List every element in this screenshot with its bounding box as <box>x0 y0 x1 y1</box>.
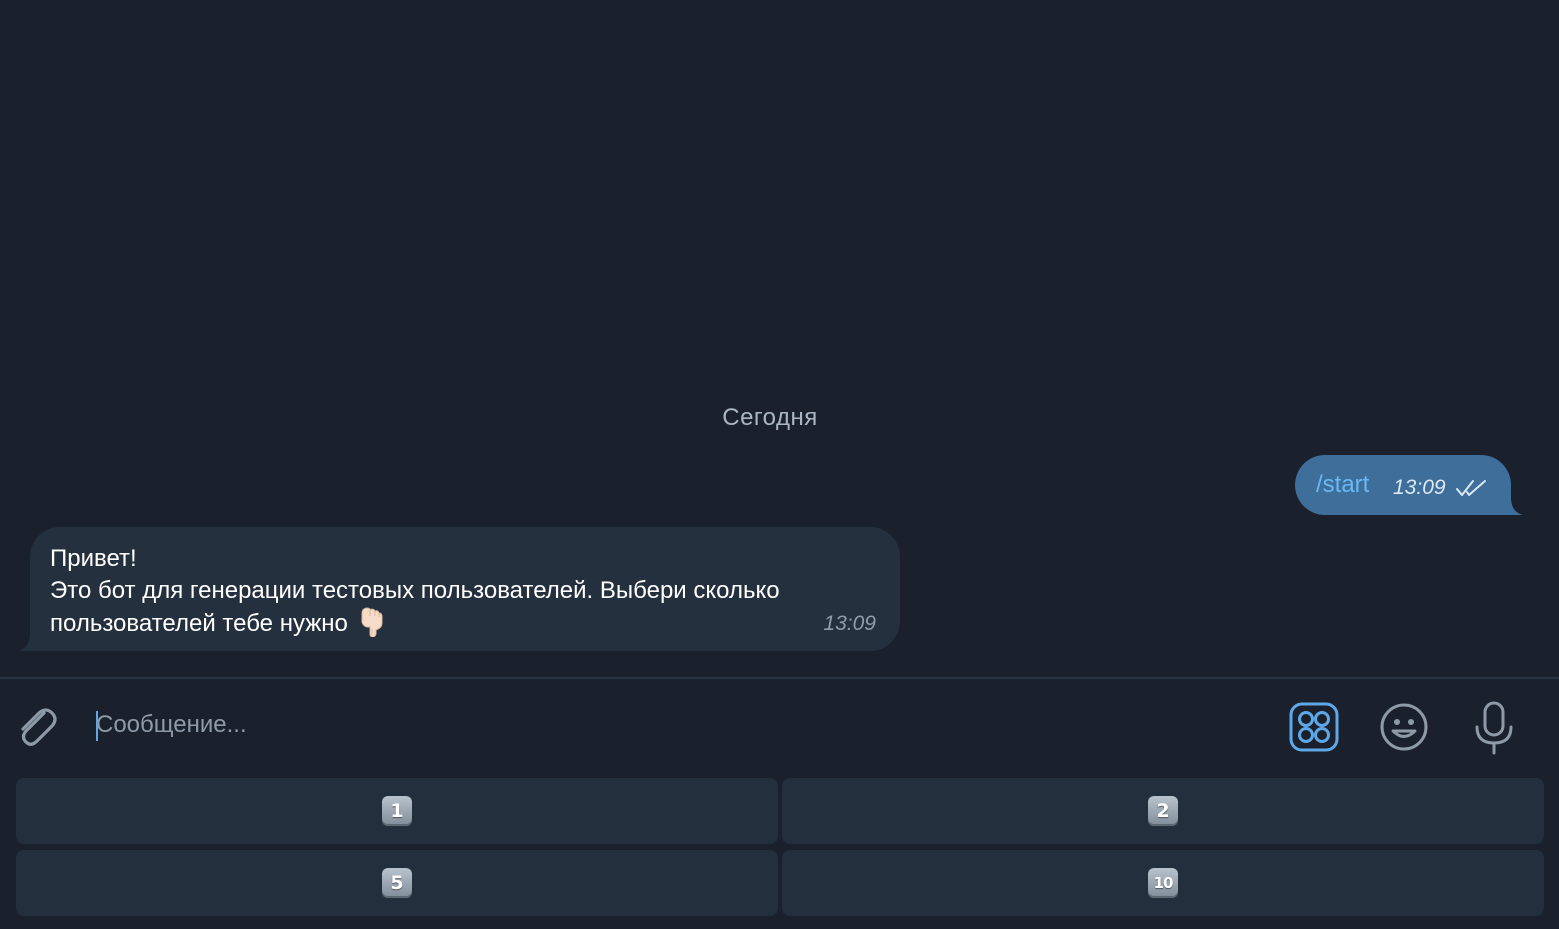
bubble-tail-icon <box>1503 497 1523 515</box>
reply-keyboard: 1 2 5 10 <box>0 773 1559 929</box>
smiley-icon[interactable] <box>1379 702 1429 752</box>
message-line: Привет! <box>50 545 137 572</box>
keycap-1-icon: 1 <box>382 796 412 826</box>
paperclip-icon[interactable] <box>14 703 58 751</box>
bot-keyboard-icon[interactable] <box>1289 702 1339 752</box>
message-line-text: пользователей тебе нужно <box>50 610 348 637</box>
message-composer <box>0 679 1559 773</box>
keycap-5-icon: 5 <box>382 868 412 898</box>
bot-command-link[interactable]: /start <box>1316 471 1369 499</box>
double-check-icon <box>1456 480 1486 496</box>
reply-button-5[interactable]: 5 <box>16 850 778 916</box>
pointing-down-hand-icon <box>361 607 383 637</box>
reply-button-10[interactable]: 10 <box>782 850 1544 916</box>
incoming-message[interactable]: Привет! Это бот для генерации тестовых п… <box>18 527 900 651</box>
keycap-2-icon: 2 <box>1148 796 1178 826</box>
message-time: 13:09 <box>1393 476 1446 499</box>
message-line: Это бот для генерации тестовых пользоват… <box>50 577 780 604</box>
microphone-icon[interactable] <box>1472 701 1516 755</box>
chat-area: Сегодня /start 13:09 Привет! Это бот для… <box>0 0 1559 677</box>
message-time: 13:09 <box>823 612 876 635</box>
message-input[interactable] <box>96 707 1246 743</box>
message-text: Привет! Это бот для генерации тестовых п… <box>50 543 895 640</box>
message-line: пользователей тебе нужно <box>50 607 895 640</box>
keycap-10-icon: 10 <box>1148 868 1178 898</box>
reply-button-1[interactable]: 1 <box>16 778 778 844</box>
date-separator: Сегодня <box>722 404 818 431</box>
reply-button-2[interactable]: 2 <box>782 778 1544 844</box>
bubble-tail-icon <box>18 633 38 651</box>
text-caret <box>96 711 98 741</box>
outgoing-message[interactable]: /start 13:09 <box>1295 455 1523 515</box>
